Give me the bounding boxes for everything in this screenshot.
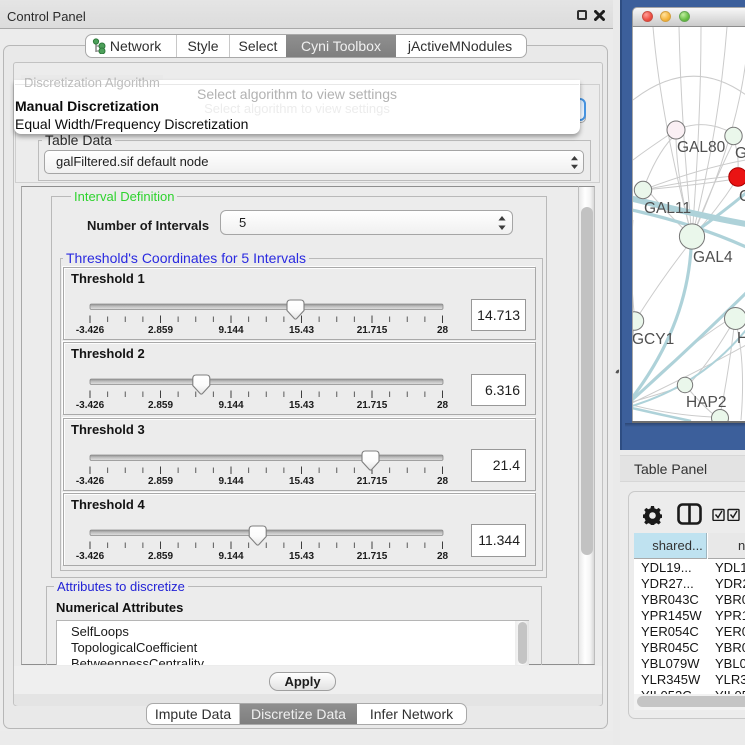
svg-text:2.859: 2.859 [148,400,173,411]
svg-text:21.715: 21.715 [357,476,388,487]
svg-text:9.144: 9.144 [218,476,243,487]
svg-text:GAL11: GAL11 [644,200,691,217]
svg-text:28: 28 [437,551,449,562]
svg-text:15.43: 15.43 [289,551,314,562]
svg-text:C: C [739,188,745,205]
svg-text:21.715: 21.715 [357,551,388,562]
svg-text:15.43: 15.43 [289,400,314,411]
svg-text:21.715: 21.715 [357,400,388,411]
svg-text:-3.426: -3.426 [76,400,105,411]
svg-text:21.715: 21.715 [357,325,388,336]
svg-text:GCY1: GCY1 [633,331,674,348]
svg-text:15.43: 15.43 [289,325,314,336]
svg-text:9.144: 9.144 [218,325,243,336]
svg-text:-3.426: -3.426 [76,325,105,336]
svg-text:2.859: 2.859 [148,325,173,336]
svg-text:GA: GA [735,145,745,162]
svg-text:28: 28 [437,325,449,336]
svg-text:-3.426: -3.426 [76,551,105,562]
svg-text:15.43: 15.43 [289,476,314,487]
svg-text:28: 28 [437,400,449,411]
svg-text:2.859: 2.859 [148,476,173,487]
svg-text:9.144: 9.144 [218,551,243,562]
svg-text:2.859: 2.859 [148,551,173,562]
svg-text:GAL80: GAL80 [677,139,726,156]
svg-text:HAP2: HAP2 [686,394,727,411]
svg-text:28: 28 [437,476,449,487]
svg-text:9.144: 9.144 [218,400,243,411]
svg-text:H: H [737,330,745,347]
svg-text:GAL4: GAL4 [693,249,733,266]
svg-text:-3.426: -3.426 [76,476,105,487]
